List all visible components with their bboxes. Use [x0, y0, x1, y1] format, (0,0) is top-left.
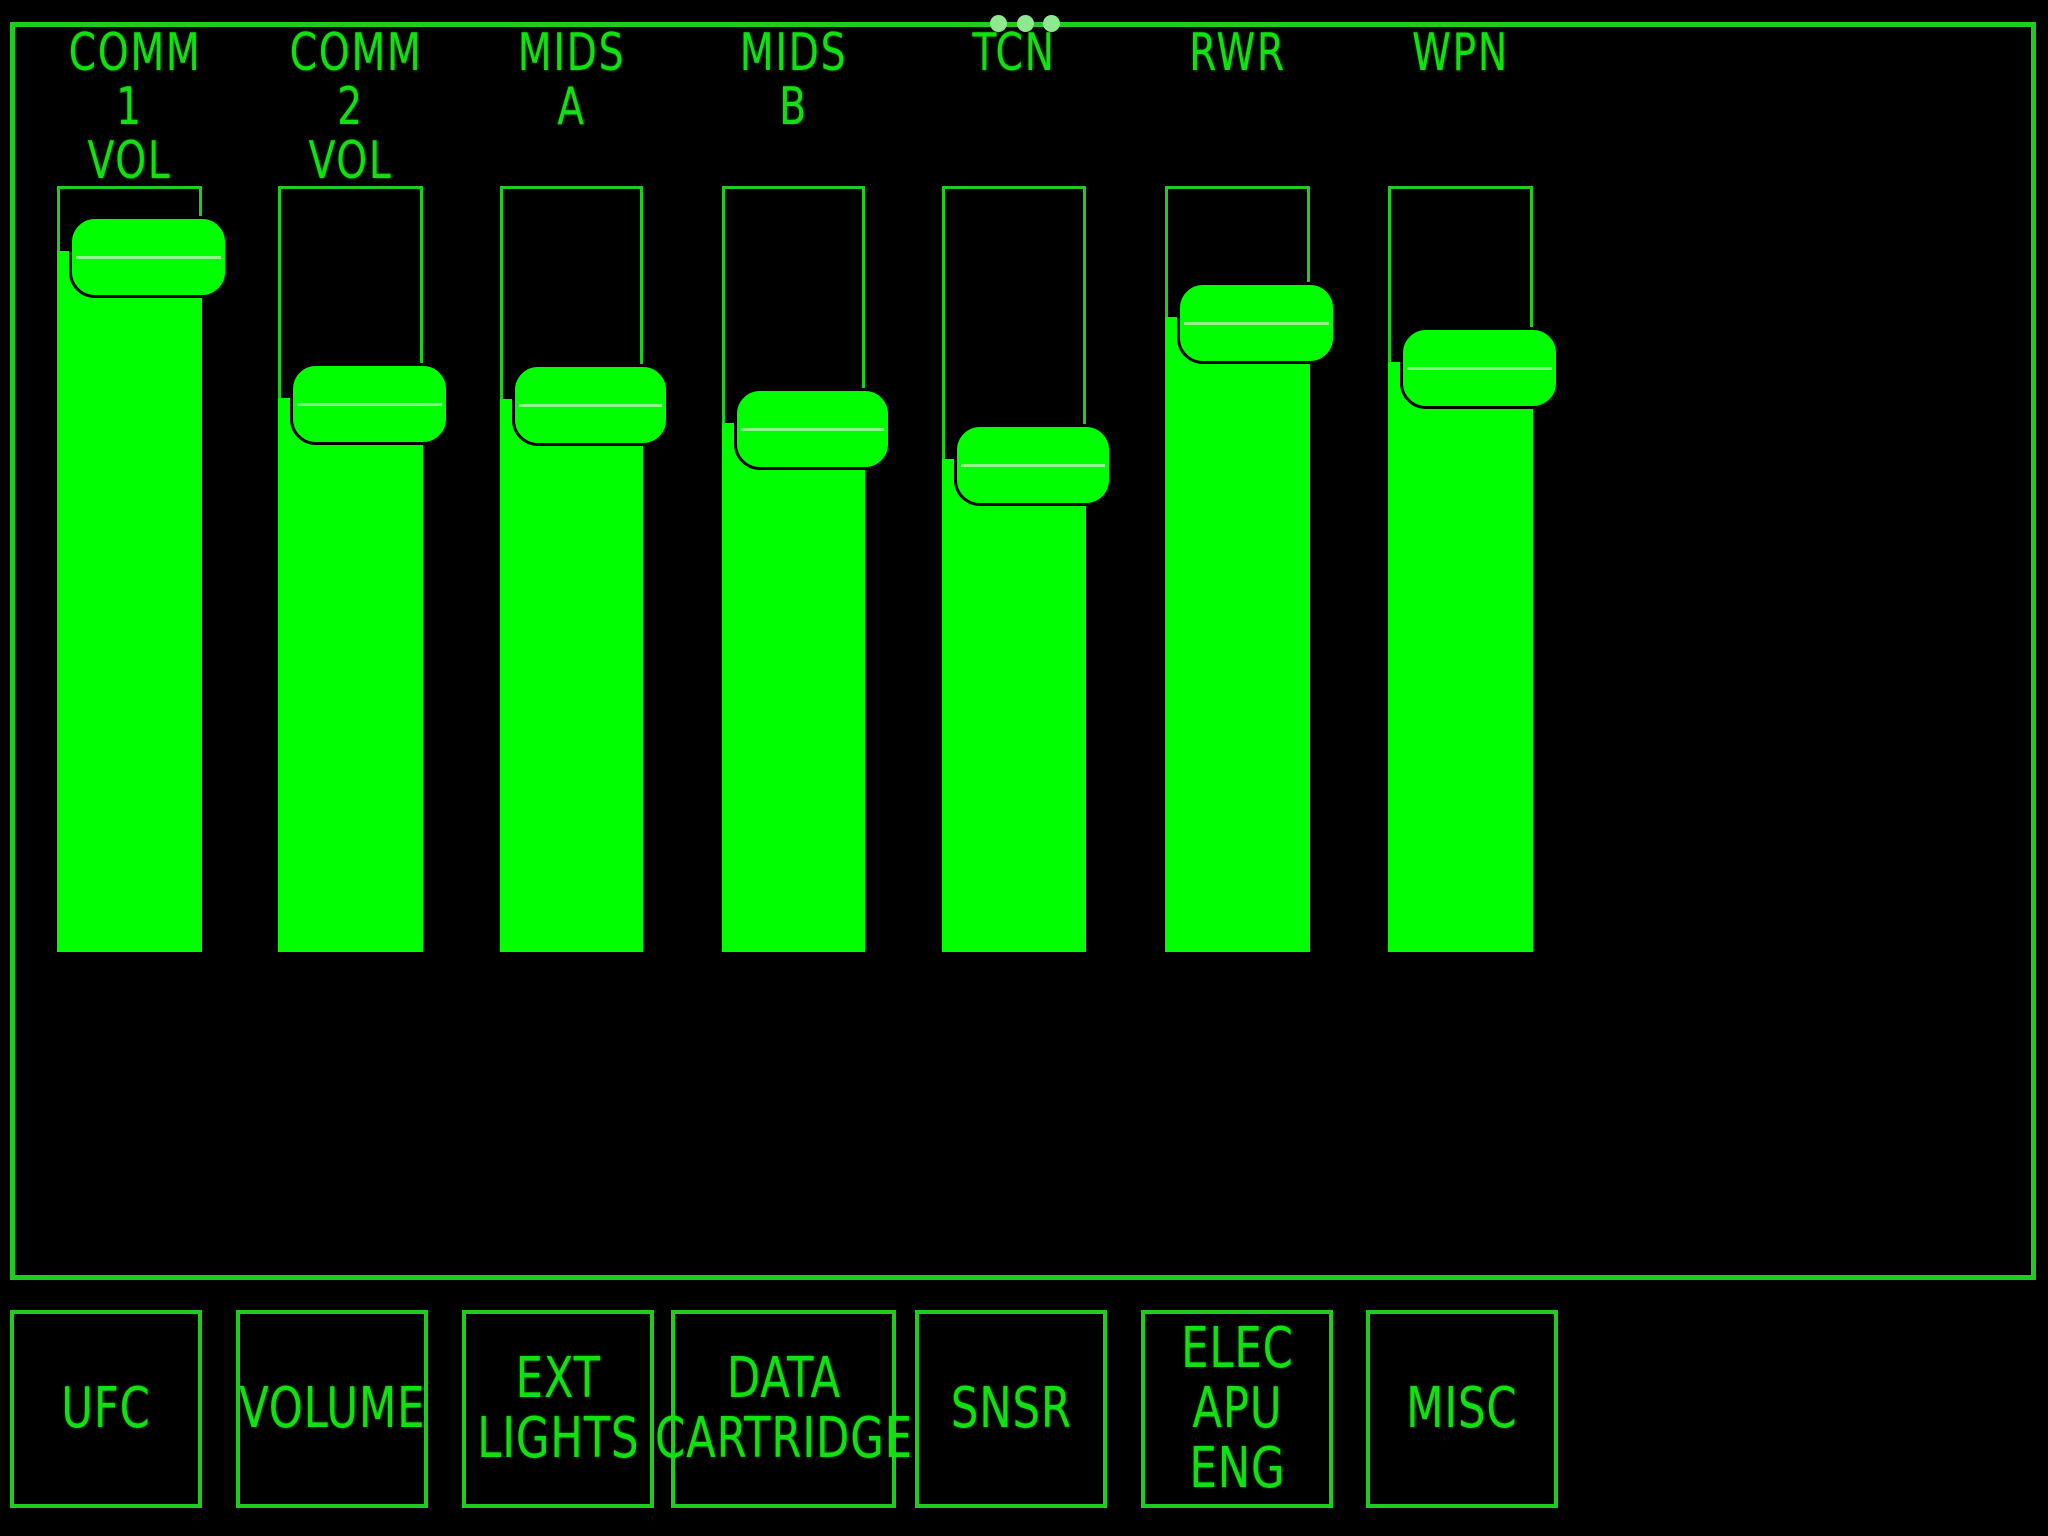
- slider-thumb-comm-1-vol[interactable]: [69, 216, 228, 298]
- slider-column-comm-1-vol: COMM 1 VOL: [57, 22, 228, 1280]
- slider-track-comm-2-vol[interactable]: [278, 186, 449, 952]
- slider-fill-wpn: [1388, 362, 1533, 952]
- slider-label-wpn: WPN: [1412, 23, 1509, 83]
- button-data-cartridge[interactable]: DATA CARTRIDGE: [655, 1310, 912, 1508]
- slider-thumb-centerline-tcn: [961, 464, 1105, 467]
- slider-label-mids-b: MIDS B: [739, 23, 848, 137]
- button-label-volume: VOLUME: [238, 1376, 426, 1441]
- slider-thumb-centerline-comm-2-vol: [297, 403, 442, 406]
- button-label-data-cartridge: DATA CARTRIDGE: [654, 1346, 913, 1471]
- button-ufc[interactable]: UFC: [10, 1310, 202, 1508]
- button-snsr[interactable]: SNSR: [915, 1310, 1107, 1508]
- slider-fill-rwr: [1165, 317, 1310, 952]
- slider-fill-mids-b: [722, 423, 865, 952]
- slider-thumb-mids-b[interactable]: [734, 388, 891, 470]
- slider-column-rwr: RWR: [1165, 22, 1336, 1280]
- button-misc[interactable]: MISC: [1366, 1310, 1558, 1508]
- slider-track-comm-1-vol[interactable]: [57, 186, 228, 952]
- slider-thumb-centerline-comm-1-vol: [76, 256, 221, 259]
- slider-fill-comm-2-vol: [278, 398, 423, 952]
- slider-track-tcn[interactable]: [942, 186, 1112, 952]
- slider-label-tcn: TCN: [972, 23, 1056, 83]
- slider-thumb-centerline-mids-a: [519, 404, 662, 407]
- slider-thumb-mids-a[interactable]: [512, 364, 669, 446]
- button-label-ext-lights: EXT LIGHTS: [476, 1346, 640, 1471]
- slider-column-comm-2-vol: COMM 2 VOL: [278, 22, 449, 1280]
- slider-thumb-comm-2-vol[interactable]: [290, 363, 449, 445]
- slider-thumb-wpn[interactable]: [1400, 327, 1559, 409]
- slider-thumb-centerline-mids-b: [741, 428, 884, 431]
- slider-thumb-centerline-wpn: [1407, 367, 1552, 370]
- slider-column-tcn: TCN: [942, 22, 1112, 1280]
- slider-track-mids-a[interactable]: [500, 186, 669, 952]
- slider-column-mids-a: MIDS A: [500, 22, 669, 1280]
- slider-thumb-centerline-rwr: [1184, 322, 1329, 325]
- slider-track-rwr[interactable]: [1165, 186, 1336, 952]
- button-volume[interactable]: VOLUME: [236, 1310, 428, 1508]
- slider-column-wpn: WPN: [1388, 22, 1559, 1280]
- slider-label-rwr: RWR: [1189, 23, 1286, 83]
- button-elec-apu-eng[interactable]: ELEC APU ENG: [1141, 1310, 1333, 1508]
- option-select-button-row: UFC VOLUME EXT LIGHTS DATA CARTRIDGE SNSR ELE…: [0, 1310, 2048, 1510]
- volume-slider-strip: COMM 1 VOL COMM 2 VOL MIDS A MIDS B TCN RWR WP…: [10, 22, 2036, 1280]
- slider-track-wpn[interactable]: [1388, 186, 1559, 952]
- slider-column-mids-b: MIDS B: [722, 22, 891, 1280]
- button-label-misc: MISC: [1406, 1376, 1518, 1441]
- slider-fill-tcn: [942, 459, 1086, 952]
- slider-track-mids-b[interactable]: [722, 186, 891, 952]
- slider-thumb-rwr[interactable]: [1177, 282, 1336, 364]
- slider-label-comm-2-vol: COMM 2 VOL: [289, 23, 423, 191]
- button-label-elec-apu-eng: ELEC APU ENG: [1180, 1316, 1294, 1501]
- button-label-ufc: UFC: [61, 1376, 151, 1441]
- slider-label-comm-1-vol: COMM 1 VOL: [68, 23, 202, 191]
- slider-label-mids-a: MIDS A: [517, 23, 626, 137]
- button-ext-lights[interactable]: EXT LIGHTS: [462, 1310, 654, 1508]
- slider-fill-comm-1-vol: [57, 251, 202, 952]
- slider-thumb-tcn[interactable]: [954, 424, 1112, 506]
- slider-fill-mids-a: [500, 399, 643, 952]
- button-label-snsr: SNSR: [950, 1376, 1072, 1441]
